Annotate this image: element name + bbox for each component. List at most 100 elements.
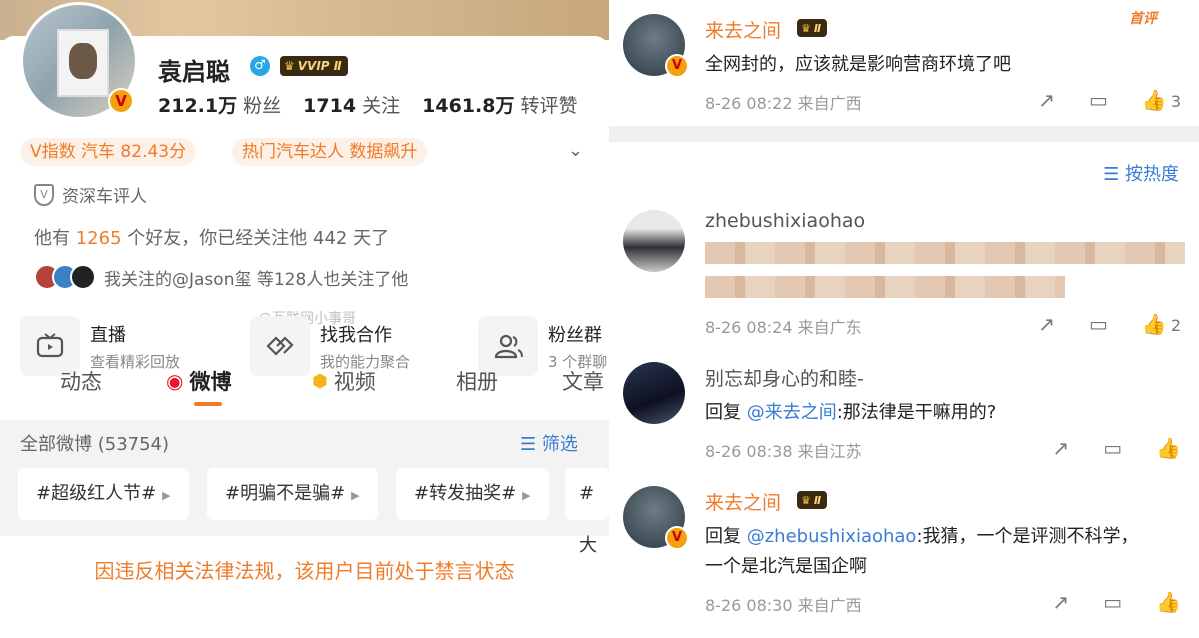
vip-label: VVIP Ⅱ xyxy=(297,59,342,73)
commenter-avatar[interactable] xyxy=(623,210,685,272)
commenter-name[interactable]: 来去之间 xyxy=(705,488,781,515)
vip-badge: ♛ Ⅱ xyxy=(797,491,828,509)
hot-tag[interactable]: 热门汽车达人 数据飙升 xyxy=(232,138,428,166)
comment-meta: 8-26 08:24 来自广东 xyxy=(705,314,862,338)
share-icon[interactable]: ↗ xyxy=(1038,88,1055,112)
like-button[interactable]: 👍 2 xyxy=(1142,312,1181,336)
verify-text: 资深车评人 xyxy=(62,187,147,207)
fans-label: 粉丝 xyxy=(243,95,282,117)
video-icon: ⬢ xyxy=(312,370,328,392)
shield-icon: V xyxy=(34,183,54,206)
chip-label: #大 xyxy=(579,483,597,556)
tab-dynamic[interactable]: 动态 xyxy=(60,366,102,396)
comment-icon[interactable]: ▭ xyxy=(1103,436,1122,460)
stats: 212.1万 粉丝 1714 关注 1461.8万 转评赞 xyxy=(158,91,578,118)
sort-icon: ☰ xyxy=(1103,164,1120,185)
tab-weibo[interactable]: ◉ 微博 xyxy=(166,366,231,396)
comment-list: ☰ 按热度 zhebushixiaohao 8-26 08:24 来自广东 ↗ ▭… xyxy=(609,142,1199,638)
likes-count: 1461.8万 xyxy=(422,95,515,117)
comment-time: 8-26 08:24 xyxy=(705,318,793,337)
commenter-avatar[interactable] xyxy=(623,362,685,424)
comment-actions: ↗ ▭ 👍 3 xyxy=(1038,88,1181,112)
chevron-down-icon[interactable]: ⌄ xyxy=(568,140,583,161)
crown-icon: ♛ xyxy=(284,59,295,73)
profile-card: V 袁启聪 ♂ ♛ VVIP Ⅱ 212.1万 粉丝 1714 关注 1461.8… xyxy=(0,2,609,638)
comment-actions: ↗ ▭ 👍 xyxy=(1052,436,1181,460)
comment-actions: ↗ ▭ 👍 2 xyxy=(1038,312,1181,336)
feature-title: 直播 xyxy=(90,324,126,346)
verified-v-icon: V xyxy=(665,526,689,550)
tab-video[interactable]: ⬢ 视频 xyxy=(312,366,376,396)
like-count: 3 xyxy=(1170,92,1181,111)
share-icon[interactable]: ↗ xyxy=(1052,436,1069,460)
like-button[interactable]: 👍 3 xyxy=(1142,88,1181,112)
like-count: 2 xyxy=(1170,316,1181,335)
comment-icon[interactable]: ▭ xyxy=(1089,88,1108,112)
topic-chip[interactable]: #明骗不是骗# ▶ xyxy=(207,468,378,520)
following-label: 关注 xyxy=(362,95,401,117)
comment-icon[interactable]: ▭ xyxy=(1103,590,1122,614)
profile-panel: V 袁启聪 ♂ ♛ VVIP Ⅱ 212.1万 粉丝 1714 关注 1461.8… xyxy=(0,0,609,638)
filter-label: 筛选 xyxy=(541,434,578,455)
following-count: 1714 xyxy=(303,95,357,117)
commenter-name[interactable]: 别忘却身心的和睦- xyxy=(705,364,864,391)
comment-icon[interactable]: ▭ xyxy=(1089,312,1108,336)
redacted-text xyxy=(705,242,1185,264)
verification: V 资深车评人 xyxy=(34,182,147,207)
thumbs-up-icon[interactable]: 👍 xyxy=(1156,436,1181,460)
banned-notice: 因违反相关法律法规，该用户目前处于禁言状态 xyxy=(94,559,515,583)
vip-badge[interactable]: ♛ VVIP Ⅱ xyxy=(280,56,348,76)
fans-stat[interactable]: 212.1万 粉丝 xyxy=(158,91,281,118)
user-name: 袁启聪 xyxy=(158,58,230,86)
weibo-icon: ◉ xyxy=(166,369,184,393)
tab-article[interactable]: 文章 xyxy=(562,366,604,396)
reply-text: :那法律是干嘛用的? xyxy=(836,402,997,423)
sort-label: 按热度 xyxy=(1125,164,1179,185)
triangle-right-icon: ▶ xyxy=(162,489,171,502)
commenter-name[interactable]: 来去之间 xyxy=(705,16,781,43)
tab-label: 视频 xyxy=(333,370,376,394)
tab-indicator xyxy=(194,402,222,406)
reply-prefix: 回复 xyxy=(705,402,741,423)
commenter-name[interactable]: zhebushixiaohao xyxy=(705,210,865,232)
comment-time: 8-26 08:30 xyxy=(705,596,793,615)
following-stat[interactable]: 1714 关注 xyxy=(303,91,400,118)
comment-text: 回复 @来去之间:那法律是干嘛用的? xyxy=(705,398,996,424)
filter-icon: ☰ xyxy=(520,434,537,455)
tab-album[interactable]: 相册 xyxy=(456,366,498,396)
feature-title: 粉丝群 xyxy=(548,324,602,346)
share-icon[interactable]: ↗ xyxy=(1038,312,1055,336)
comment-meta: 8-26 08:22 来自广西 xyxy=(705,90,862,114)
crown-icon: ♛ xyxy=(801,493,811,507)
comment-location: 来自广东 xyxy=(797,318,862,337)
thumbs-up-icon[interactable]: 👍 xyxy=(1156,590,1181,614)
friends-count[interactable]: 1265 xyxy=(76,228,122,249)
chip-label: #转发抽奖# xyxy=(414,483,517,504)
comment-text: 回复 @zhebushixiaohao:我猜，一个是评测不科学， xyxy=(705,522,1139,548)
likes-label: 转评赞 xyxy=(520,95,578,117)
topic-chip[interactable]: #转发抽奖# ▶ xyxy=(396,468,549,520)
filter-button[interactable]: ☰ 筛选 xyxy=(520,430,578,456)
mutual-follow[interactable]: 我关注的@Jason玺 等128人也关注了他 xyxy=(34,264,408,290)
mention-link[interactable]: @来去之间 xyxy=(747,402,837,423)
male-icon: ♂ xyxy=(250,56,270,76)
sort-button[interactable]: ☰ 按热度 xyxy=(1103,160,1179,186)
comment-text: 全网封的，应该就是影响营商环境了吧 xyxy=(705,54,1011,75)
comment-location: 来自广西 xyxy=(797,94,862,113)
likes-stat[interactable]: 1461.8万 转评赞 xyxy=(422,91,577,118)
comment-location: 来自江苏 xyxy=(797,442,862,461)
share-icon[interactable]: ↗ xyxy=(1052,590,1069,614)
thumbs-up-icon: 👍 xyxy=(1141,88,1167,112)
all-weibo-count: 全部微博 (53754) xyxy=(20,434,170,455)
vip-badge: ♛ Ⅱ xyxy=(797,19,828,37)
redacted-text xyxy=(705,276,1065,298)
v-index-tag[interactable]: V指数 汽车 82.43分 xyxy=(20,138,197,166)
fans-count: 212.1万 xyxy=(158,95,238,117)
comment-location: 来自广西 xyxy=(797,596,862,615)
topic-chip[interactable]: #大 xyxy=(565,468,609,556)
mention-link[interactable]: @zhebushixiaohao xyxy=(747,526,917,547)
topic-chip[interactable]: #超级红人节# ▶ xyxy=(18,468,189,520)
thumbs-up-icon: 👍 xyxy=(1141,312,1167,336)
triangle-right-icon: ▶ xyxy=(351,489,360,502)
chip-label: #超级红人节# xyxy=(36,483,157,504)
